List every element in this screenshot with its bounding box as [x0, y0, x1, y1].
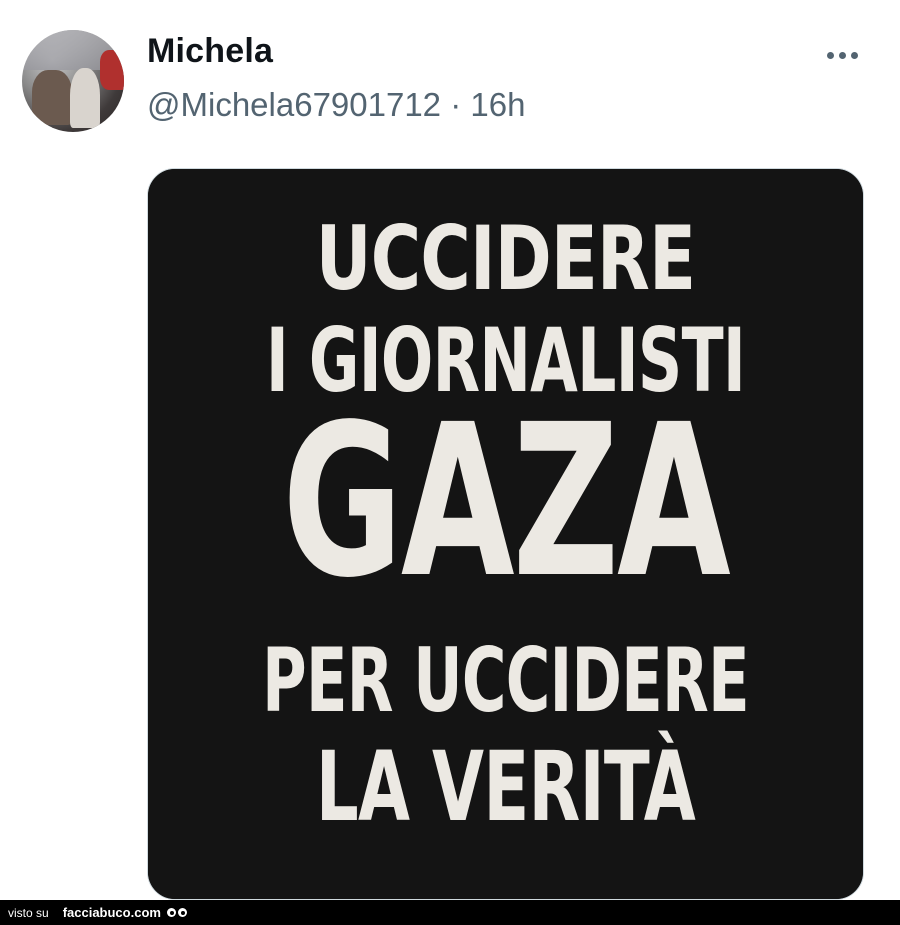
poster-line: GAZA [282, 379, 730, 624]
eye-icon [166, 908, 176, 917]
eyes-icon [166, 908, 187, 917]
separator: · [441, 86, 471, 123]
watermark-prefix: visto su [8, 905, 49, 920]
avatar-flag [100, 50, 124, 90]
eye-icon [177, 908, 187, 917]
timestamp[interactable]: 16h [470, 86, 525, 123]
avatar-figure [32, 70, 72, 125]
poster-line: UCCIDERE [315, 207, 696, 310]
avatar[interactable] [22, 30, 124, 132]
handle-row: @Michela67901712 · 16h [147, 86, 525, 124]
watermark-bar: visto su facciabuco.com [0, 900, 900, 925]
author-name[interactable]: Michela [147, 32, 273, 71]
author-handle[interactable]: @Michela67901712 [147, 86, 441, 123]
more-horizontal-icon [850, 51, 858, 59]
poster-line: PER UCCIDERE [262, 629, 749, 732]
more-horizontal-icon [838, 51, 846, 59]
more-horizontal-icon [826, 51, 834, 59]
poster: UCCIDERE I GIORNALISTI GAZA PER UCCIDERE… [148, 169, 863, 899]
tweet-image[interactable]: UCCIDERE I GIORNALISTI GAZA PER UCCIDERE… [147, 168, 864, 900]
watermark-site: facciabuco.com [62, 905, 161, 920]
avatar-figure [70, 68, 100, 128]
more-options-button[interactable] [820, 42, 864, 68]
poster-line: LA VERITÀ [315, 731, 696, 843]
